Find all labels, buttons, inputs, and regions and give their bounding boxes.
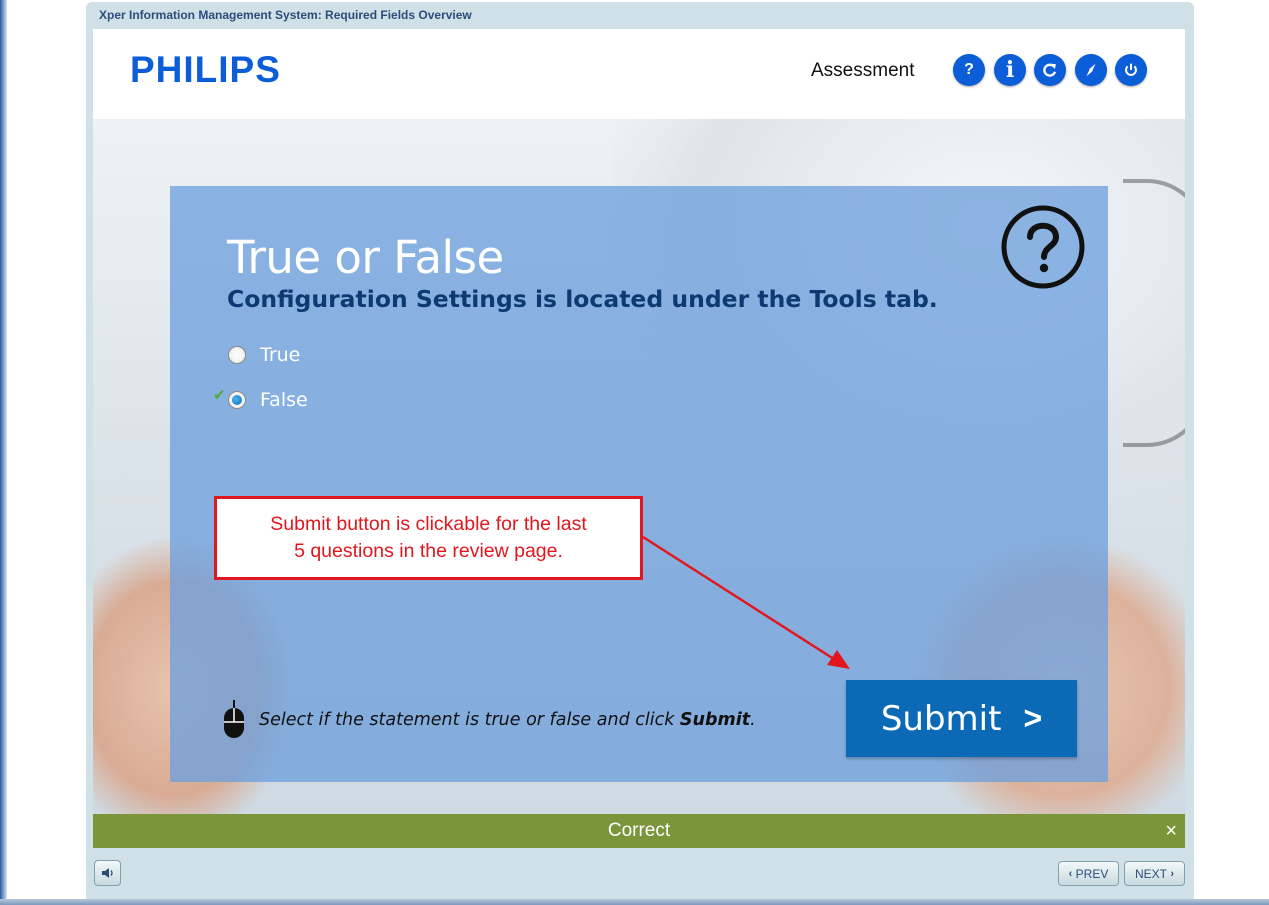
instruction-text: Select if the statement is true or false…: [259, 710, 756, 730]
module-label: Assessment: [811, 60, 915, 81]
window-title: Xper Information Management System: Requ…: [99, 8, 472, 22]
instruction-suffix: .: [750, 710, 756, 730]
option-true[interactable]: True: [228, 344, 300, 366]
radio-true[interactable]: [228, 346, 246, 364]
compass-icon: [1086, 63, 1096, 77]
speaker-icon: [101, 868, 113, 878]
option-false-label: False: [260, 389, 308, 411]
next-label: NEXT: [1134, 866, 1167, 881]
instruction-prefix: Select if the statement is true or false…: [259, 710, 680, 730]
annotation-callout: Submit button is clickable for the last …: [214, 496, 643, 580]
background-photo: True or False Configuration Settings is …: [93, 119, 1185, 814]
info-button[interactable]: i: [994, 54, 1026, 86]
help-button[interactable]: ?: [953, 54, 985, 86]
submit-arrow-icon: >: [1023, 700, 1043, 736]
callout-line-2: 5 questions in the review page.: [294, 540, 563, 562]
chevron-left-icon: ‹: [1068, 867, 1073, 880]
compass-button[interactable]: [1075, 54, 1107, 86]
chevron-right-icon: ›: [1170, 867, 1175, 880]
question-card: True or False Configuration Settings is …: [170, 186, 1108, 782]
info-icon: i: [1005, 57, 1015, 83]
option-true-label: True: [260, 344, 301, 366]
help-icon: ?: [964, 61, 974, 78]
replay-button[interactable]: [1034, 54, 1066, 86]
desktop-edge: [0, 0, 7, 905]
feedback-bar: Correct ×: [93, 814, 1185, 848]
prev-label: PREV: [1075, 866, 1109, 881]
audio-button[interactable]: [94, 860, 121, 886]
course-player: Xper Information Management System: Requ…: [86, 2, 1194, 899]
stethoscope: [1123, 179, 1185, 447]
close-icon[interactable]: ×: [1165, 820, 1177, 843]
power-icon: [1125, 63, 1137, 76]
instruction: Select if the statement is true or false…: [222, 700, 756, 740]
correct-check-icon: ✔: [213, 387, 226, 404]
question-mark-icon: [1001, 205, 1085, 289]
taskbar-edge: [0, 899, 1269, 905]
slide: PHILIPS Assessment ? i True or False Con…: [93, 29, 1185, 848]
callout-line-1: Submit button is clickable for the last: [270, 513, 587, 535]
submit-label: Submit: [880, 698, 1002, 739]
exit-button[interactable]: [1115, 54, 1147, 86]
slide-header: PHILIPS Assessment ? i: [93, 29, 1185, 119]
prev-button[interactable]: ‹ PREV: [1058, 861, 1119, 886]
instruction-bold: Submit: [679, 710, 751, 730]
submit-button[interactable]: Submit >: [846, 680, 1077, 757]
radio-false[interactable]: [228, 391, 246, 409]
feedback-text: Correct: [607, 820, 671, 841]
mouse-icon: [224, 700, 244, 738]
option-false[interactable]: ✔ False: [213, 387, 308, 411]
replay-icon: [1043, 63, 1057, 77]
question-statement: Configuration Settings is located under …: [227, 285, 938, 313]
philips-logo: PHILIPS: [130, 49, 281, 90]
question-type-title: True or False: [227, 231, 504, 284]
next-button[interactable]: NEXT ›: [1124, 861, 1185, 886]
